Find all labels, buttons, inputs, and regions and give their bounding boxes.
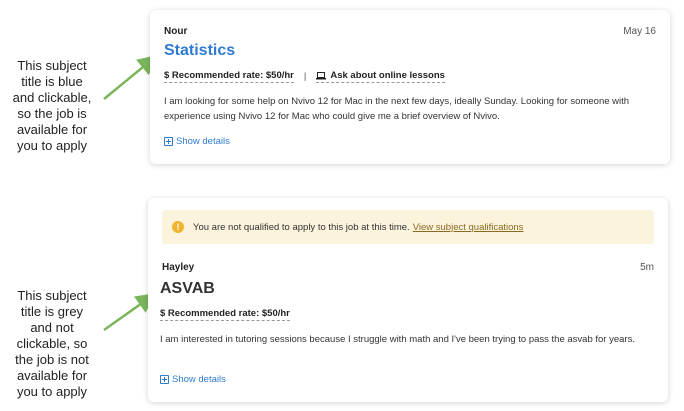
posted-date: May 16 bbox=[623, 26, 656, 37]
card-header: Hayley 5m bbox=[162, 262, 654, 273]
recommended-rate: $ Recommended rate: $50/hr bbox=[164, 70, 294, 83]
expand-icon bbox=[160, 375, 169, 384]
job-card-asvab: ! You are not qualified to apply to this… bbox=[148, 198, 668, 402]
student-name: Hayley bbox=[162, 262, 195, 273]
job-description: I am interested in tutoring sessions bec… bbox=[160, 334, 635, 345]
show-details-toggle[interactable]: Show details bbox=[160, 374, 226, 385]
subject-title-link[interactable]: Statistics bbox=[164, 42, 235, 60]
expand-icon bbox=[164, 137, 173, 146]
screenshot-stage: This subject title is blue and clickable… bbox=[0, 0, 684, 411]
rate-row: $ Recommended rate: $50/hr bbox=[160, 308, 290, 321]
posted-date: 5m bbox=[640, 262, 654, 273]
arrow-to-grey-title bbox=[103, 293, 157, 332]
recommended-rate: $ Recommended rate: $50/hr bbox=[160, 308, 290, 321]
student-name: Nour bbox=[164, 26, 188, 37]
show-details-label: Show details bbox=[172, 374, 226, 385]
job-card-statistics: Nour May 16 Statistics $ Recommended rat… bbox=[150, 10, 670, 164]
separator: | bbox=[303, 71, 307, 82]
laptop-icon bbox=[316, 71, 327, 79]
job-description: I am looking for some help on Nvivo 12 f… bbox=[164, 96, 630, 122]
rate-row: $ Recommended rate: $50/hr | Ask about o… bbox=[164, 70, 445, 83]
subject-title: ASVAB bbox=[160, 280, 215, 297]
view-qualifications-link[interactable]: View subject qualifications bbox=[413, 222, 524, 233]
show-details-label: Show details bbox=[176, 136, 230, 147]
annotation-not-clickable-note: This subject title is grey and not click… bbox=[15, 288, 89, 399]
show-details-toggle[interactable]: Show details bbox=[164, 136, 230, 147]
warning-icon: ! bbox=[172, 221, 184, 233]
card-header: Nour May 16 bbox=[164, 26, 656, 37]
ask-online-lessons[interactable]: Ask about online lessons bbox=[316, 70, 445, 83]
alert-text: You are not qualified to apply to this j… bbox=[193, 221, 410, 233]
ask-online-lessons-label: Ask about online lessons bbox=[330, 70, 445, 81]
not-qualified-alert: ! You are not qualified to apply to this… bbox=[162, 210, 654, 244]
arrow-to-blue-title bbox=[103, 54, 158, 100]
annotation-clickable-note: This subject title is blue and clickable… bbox=[12, 58, 92, 153]
